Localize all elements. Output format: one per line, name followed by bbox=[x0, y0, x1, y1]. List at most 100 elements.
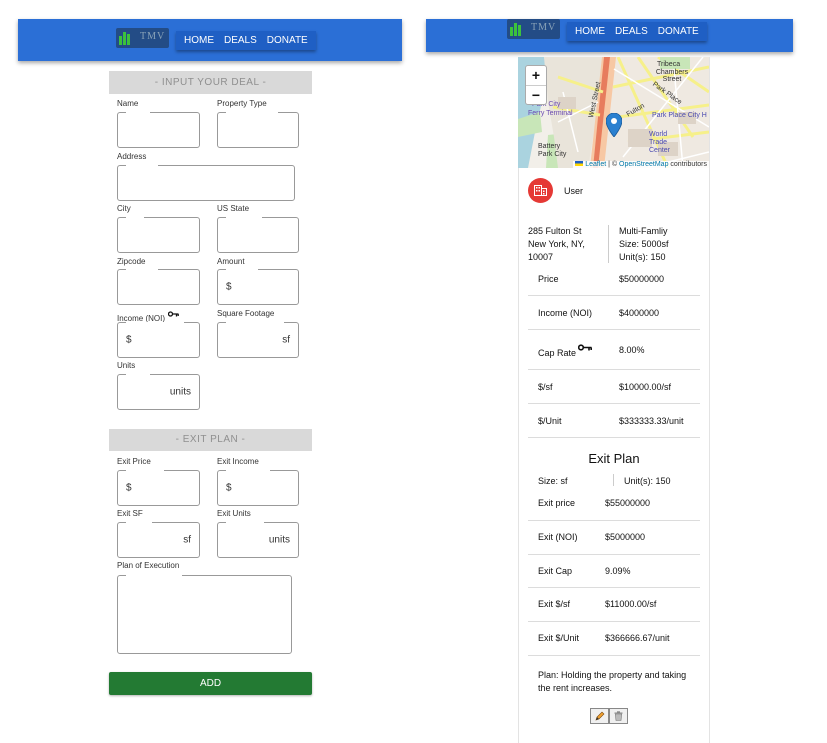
brand-logo[interactable]: TMV bbox=[116, 28, 169, 48]
navbar-right: TMV HOME DEALS DONATE bbox=[426, 19, 793, 52]
exit-units-suffix: units bbox=[268, 534, 290, 546]
key-icon[interactable] bbox=[168, 311, 180, 317]
metric-row-per-unit: $/Unit $333333.33/unit bbox=[528, 404, 700, 438]
income-input[interactable]: $ bbox=[117, 322, 200, 358]
card-actions bbox=[590, 708, 628, 724]
nav-deals[interactable]: DEALS bbox=[219, 31, 262, 50]
exit-value: $366666.67/unit bbox=[605, 633, 670, 643]
nav-home[interactable]: HOME bbox=[179, 31, 219, 50]
metric-row-cap-rate: Cap Rate 8.00% bbox=[528, 330, 700, 370]
summary-divider bbox=[608, 225, 609, 263]
exit-size: Size: sf bbox=[538, 476, 568, 486]
exit-label: Exit Cap bbox=[538, 566, 573, 576]
address-label: Address bbox=[117, 152, 147, 161]
logo-text-right: TMV bbox=[531, 22, 557, 33]
osm-link[interactable]: OpenStreetMap bbox=[619, 161, 668, 168]
zoom-out-button[interactable]: − bbox=[526, 85, 546, 104]
exit-sf-input[interactable]: sf bbox=[117, 522, 200, 558]
leaflet-link[interactable]: Leaflet bbox=[585, 161, 606, 168]
add-button[interactable]: ADD bbox=[109, 672, 312, 695]
sqft-input[interactable]: sf bbox=[217, 322, 299, 358]
address-line-1: 285 Fulton St bbox=[528, 226, 582, 236]
plan-text: Plan: Holding the property and taking th… bbox=[538, 669, 686, 695]
exit-income-input[interactable]: $ bbox=[217, 470, 299, 506]
building-icon bbox=[534, 185, 547, 196]
sqft-label: Square Footage bbox=[217, 309, 275, 318]
metric-label: $/sf bbox=[538, 382, 553, 392]
property-size: Size: 5000sf bbox=[619, 239, 669, 249]
map-pin-icon[interactable] bbox=[606, 113, 622, 137]
map-label-chambers: Chambers Street bbox=[655, 69, 689, 83]
input-deal-header: - INPUT YOUR DEAL - bbox=[109, 71, 312, 94]
income-prefix: $ bbox=[126, 334, 132, 346]
exit-income-label: Exit Income bbox=[217, 457, 259, 466]
logo-text: TMV bbox=[140, 31, 166, 42]
city-input[interactable] bbox=[117, 217, 200, 253]
zipcode-label: Zipcode bbox=[117, 257, 146, 266]
metric-label: Cap Rate bbox=[538, 348, 577, 358]
units-suffix: units bbox=[169, 386, 191, 398]
exit-row-per-unit: Exit $/Unit $366666.67/unit bbox=[528, 622, 700, 656]
amount-prefix: $ bbox=[226, 281, 232, 293]
exit-price-prefix: $ bbox=[126, 482, 132, 494]
exit-income-prefix: $ bbox=[226, 482, 232, 494]
nav-links-right: HOME DEALS DONATE bbox=[567, 22, 707, 41]
exit-sf-label: Exit SF bbox=[117, 509, 143, 518]
nav-deals-right[interactable]: DEALS bbox=[610, 22, 653, 41]
nav-donate[interactable]: DONATE bbox=[262, 31, 313, 50]
exit-units-input[interactable]: units bbox=[217, 522, 299, 558]
ukraine-flag-icon bbox=[575, 161, 584, 166]
map-label-battery-park: Battery Park City bbox=[538, 143, 567, 158]
metric-label: Income (NOI) bbox=[538, 308, 593, 318]
metric-value: $50000000 bbox=[619, 274, 665, 284]
state-label: US State bbox=[217, 204, 250, 213]
property-type: Multi-Famliy bbox=[619, 226, 668, 236]
edit-button[interactable] bbox=[590, 708, 609, 724]
exit-value: 9.09% bbox=[605, 566, 631, 576]
exit-label: Exit (NOI) bbox=[538, 532, 578, 542]
units-input[interactable]: units bbox=[117, 374, 200, 410]
deal-address: 285 Fulton St New York, NY, 10007 bbox=[528, 225, 585, 264]
navbar-left: TMV HOME DEALS DONATE bbox=[18, 19, 402, 61]
zipcode-input[interactable] bbox=[117, 269, 200, 305]
avatar bbox=[528, 178, 553, 203]
exit-plan-header: - EXIT PLAN - bbox=[109, 429, 312, 451]
exit-value: $11000.00/sf bbox=[605, 599, 657, 609]
exit-label: Exit price bbox=[538, 498, 576, 508]
plan-line-2: the rent increases. bbox=[538, 683, 613, 693]
exit-sf-suffix: sf bbox=[183, 534, 191, 546]
property-type-input[interactable] bbox=[217, 112, 299, 148]
exit-price-input[interactable]: $ bbox=[117, 470, 200, 506]
exit-units-label: Exit Units bbox=[217, 509, 251, 518]
amount-label: Amount bbox=[217, 257, 245, 266]
amount-input[interactable]: $ bbox=[217, 269, 299, 305]
metric-value: 8.00% bbox=[619, 345, 645, 355]
nav-donate-right[interactable]: DONATE bbox=[653, 22, 704, 41]
map-label-park-place-city: Park Place City H bbox=[652, 112, 707, 119]
nav-home-right[interactable]: HOME bbox=[570, 22, 610, 41]
address-input[interactable] bbox=[117, 165, 295, 201]
exit-row-cap: Exit Cap 9.09% bbox=[528, 555, 700, 588]
metric-row-per-sf: $/sf $10000.00/sf bbox=[528, 370, 700, 404]
exit-value: $55000000 bbox=[605, 498, 651, 508]
name-input[interactable] bbox=[117, 112, 200, 148]
attribution-contributors: contributors bbox=[668, 161, 707, 168]
metric-value: $4000000 bbox=[619, 308, 660, 318]
user-name: User bbox=[564, 186, 584, 196]
location-map[interactable]: Tribeca Chambers Street Park Place City … bbox=[518, 57, 709, 168]
state-input[interactable] bbox=[217, 217, 299, 253]
zoom-in-button[interactable]: + bbox=[526, 66, 546, 85]
delete-button[interactable] bbox=[609, 708, 628, 724]
nav-links: HOME DEALS DONATE bbox=[176, 31, 316, 50]
metric-value: $333333.33/unit bbox=[619, 416, 684, 426]
brand-logo-right[interactable]: TMV bbox=[507, 19, 560, 39]
key-icon[interactable] bbox=[578, 344, 592, 351]
map-zoom-control: + − bbox=[525, 65, 547, 105]
deal-summary: Multi-Famliy Size: 5000sf Unit(s): 150 bbox=[619, 225, 669, 264]
exit-row-price: Exit price $55000000 bbox=[528, 487, 700, 521]
exit-row-per-sf: Exit $/sf $11000.00/sf bbox=[528, 588, 700, 622]
plan-textarea[interactable] bbox=[117, 575, 292, 654]
property-type-label: Property Type bbox=[217, 99, 267, 108]
logo-bars-icon bbox=[119, 32, 135, 45]
map-attribution: Leaflet | © OpenStreetMap contributors bbox=[573, 161, 709, 168]
